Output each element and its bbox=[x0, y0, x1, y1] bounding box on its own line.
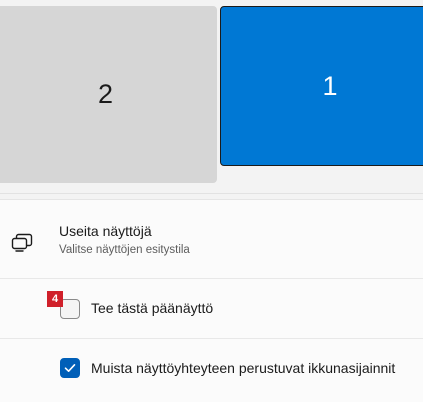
multiple-displays-icon bbox=[10, 233, 34, 253]
monitor-2-number: 2 bbox=[97, 79, 114, 109]
monitor-1-tile[interactable]: 1 bbox=[220, 6, 423, 166]
checkmark-icon bbox=[64, 364, 76, 372]
step-badge: 4 bbox=[47, 291, 63, 307]
make-primary-checkbox[interactable] bbox=[60, 299, 80, 319]
make-primary-row: 4 Tee tästä päänäyttö bbox=[0, 279, 423, 338]
monitor-2-tile[interactable]: 2 bbox=[0, 6, 217, 183]
monitor-1-number: 1 bbox=[322, 70, 338, 101]
display-arrangement-area: 2 1 bbox=[0, 0, 423, 195]
divider bbox=[0, 193, 423, 194]
multiple-displays-title: Useita näyttöjä bbox=[59, 223, 152, 239]
make-primary-label[interactable]: Tee tästä päänäyttö bbox=[91, 300, 213, 316]
remember-windows-label[interactable]: Muista näyttöyhteyteen perustuvat ikkuna… bbox=[91, 360, 395, 376]
remember-windows-checkbox[interactable] bbox=[60, 358, 80, 378]
multiple-displays-subtitle: Valitse näyttöjen esitystila bbox=[59, 244, 190, 256]
multiple-displays-panel: Useita näyttöjä Valitse näyttöjen esitys… bbox=[0, 199, 423, 402]
remember-windows-row: Muista näyttöyhteyteen perustuvat ikkuna… bbox=[0, 339, 423, 402]
multiple-displays-header[interactable]: Useita näyttöjä Valitse näyttöjen esitys… bbox=[0, 200, 423, 278]
